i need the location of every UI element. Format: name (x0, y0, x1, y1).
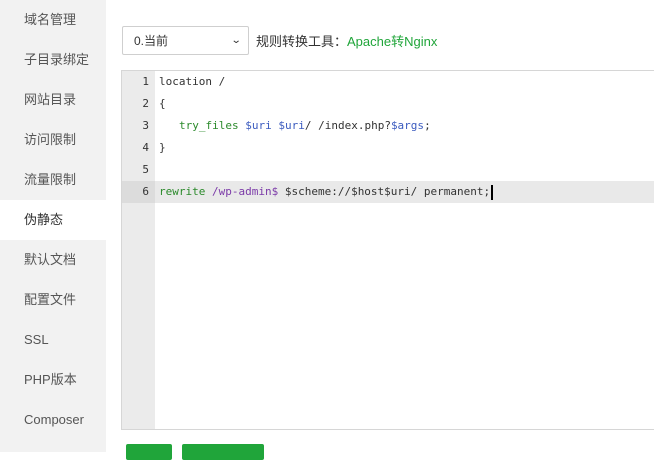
apache-to-nginx-link[interactable]: Apache转Nginx (347, 31, 437, 50)
rewrite-template-select[interactable]: 0.当前 ⌄ (122, 26, 249, 55)
sidebar-item-default-document[interactable]: 默认文档 (0, 240, 106, 280)
code-token-text: $scheme://$host$uri/ permanent; (278, 185, 491, 198)
code-line-current: 6 rewrite /wp-admin$ $scheme://$host$uri… (122, 181, 654, 203)
code-line: 1 location / (122, 71, 654, 93)
save-as-template-button[interactable] (182, 444, 264, 460)
rule-converter-label: 规则转换工具： (256, 34, 348, 49)
code-text: location / (159, 75, 226, 88)
sidebar-item-ssl[interactable]: SSL (0, 320, 106, 360)
code-line: 5 (122, 159, 654, 181)
sidebar-item-traffic-limit[interactable]: 流量限制 (0, 160, 106, 200)
rewrite-toolbar: 0.当前 ⌄ 规则转换工具： Apache转Nginx (122, 26, 437, 55)
sidebar-item-composer[interactable]: Composer (0, 400, 106, 440)
sidebar-item-domain-management[interactable]: 域名管理 (0, 0, 106, 40)
code-line: 3 try_files $uri $uri/ /index.php?$args; (122, 115, 654, 137)
chevron-down-icon: ⌄ (230, 35, 242, 46)
code-text: rewrite /wp-admin$ $scheme://$host$uri/ … (159, 181, 494, 203)
line-number: 5 (142, 163, 149, 176)
code-text: { (159, 97, 166, 110)
code-token-directive: try_files (179, 119, 239, 132)
code-editor[interactable]: 1 location / 2 { 3 try_files $uri $uri/ … (121, 70, 654, 430)
code-line: 2 { (122, 93, 654, 115)
code-token-variable: $args (390, 119, 425, 132)
sidebar-item-rewrite[interactable]: 伪静态 (0, 200, 106, 240)
sidebar-item-subdirectory-binding[interactable]: 子目录绑定 (0, 40, 106, 80)
code-token-text: ; (424, 119, 431, 132)
code-line: 4 } (122, 137, 654, 159)
line-number: 4 (142, 141, 149, 154)
code-token-variable: $uri $uri (238, 119, 305, 132)
code-text: } (159, 141, 166, 154)
code-token-directive: rewrite (159, 185, 206, 198)
line-number: 3 (142, 119, 149, 132)
code-token-regex: /wp-admin$ (205, 185, 279, 198)
line-number: 1 (142, 75, 149, 88)
sidebar-item-php-version[interactable]: PHP版本 (0, 360, 106, 400)
sidebar-item-access-restriction[interactable]: 访问限制 (0, 120, 106, 160)
rewrite-panel: 0.当前 ⌄ 规则转换工具： Apache转Nginx 1 location /… (106, 0, 654, 460)
line-number: 2 (142, 97, 149, 110)
select-value: 0.当前 (134, 34, 169, 48)
sidebar-nav: 域名管理 子目录绑定 网站目录 访问限制 流量限制 伪静态 默认文档 配置文件 … (0, 0, 106, 452)
line-number: 6 (122, 181, 155, 203)
save-button[interactable] (126, 444, 172, 460)
sidebar-item-config-file[interactable]: 配置文件 (0, 280, 106, 320)
code-text: try_files $uri $uri/ /index.php?$args; (179, 115, 431, 137)
code-token-text: / /index.php? (304, 119, 391, 132)
sidebar-item-site-directory[interactable]: 网站目录 (0, 80, 106, 120)
text-cursor (491, 184, 494, 200)
